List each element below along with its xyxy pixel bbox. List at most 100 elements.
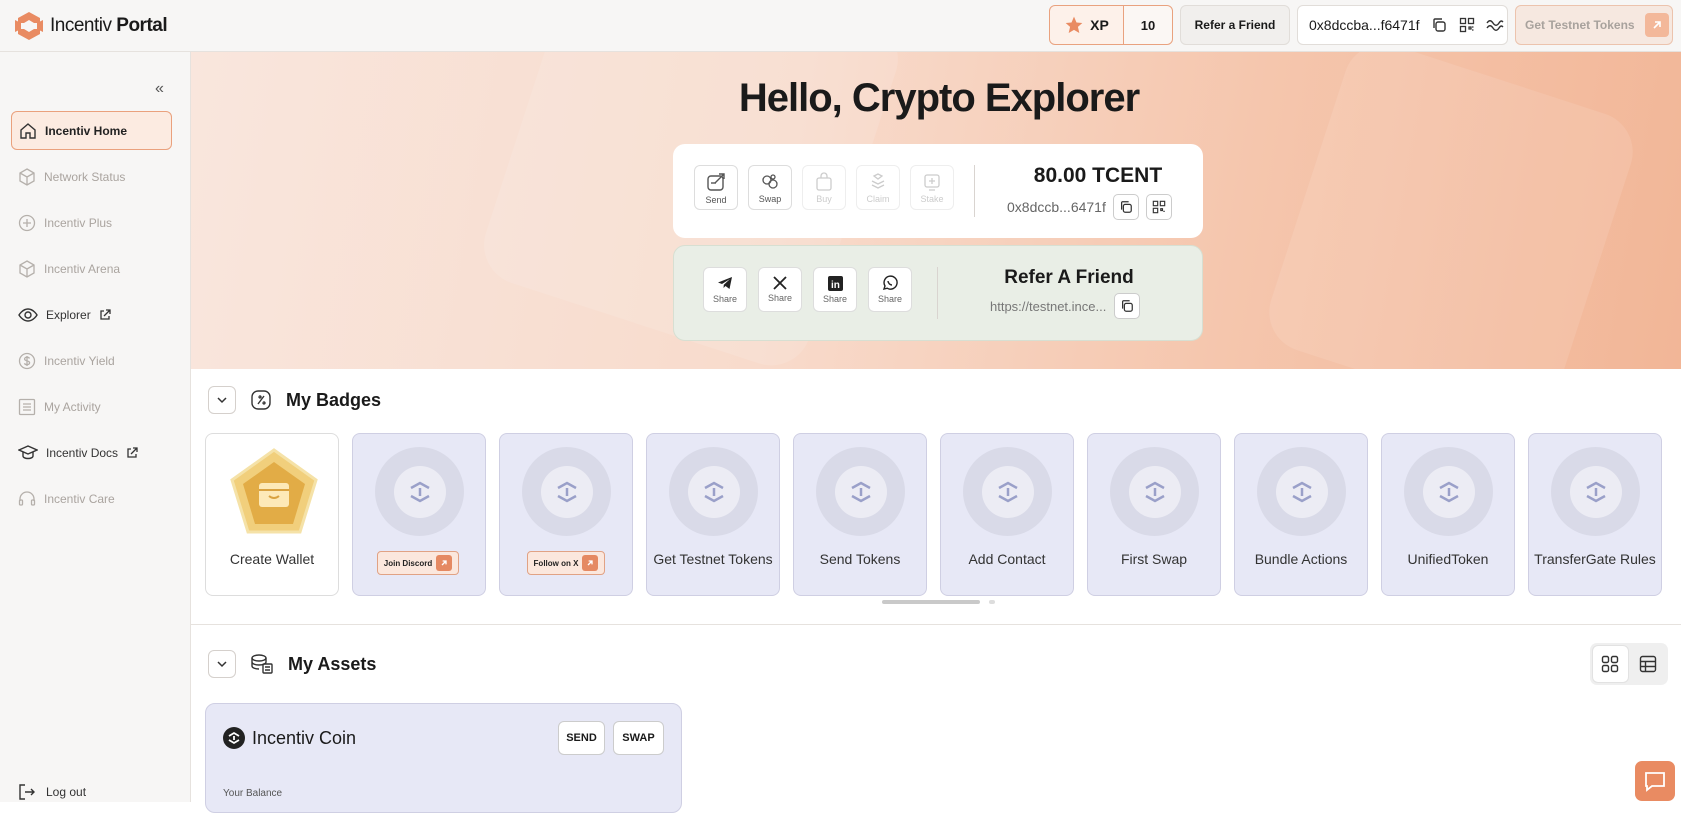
external-link-icon <box>127 446 138 458</box>
qr-code-button[interactable] <box>1145 194 1172 220</box>
chat-support-button[interactable] <box>1635 761 1675 801</box>
follow-on-x-label: Follow on X <box>533 558 579 568</box>
share-linkedin-button[interactable]: in Share <box>813 267 857 312</box>
list-icon <box>18 398 36 415</box>
divider <box>974 165 975 217</box>
linkedin-icon: in <box>827 275 843 291</box>
incentiv-logo-icon <box>703 481 724 502</box>
sidebar-item-incentiv-docs[interactable]: Incentiv Docs <box>11 433 172 472</box>
badge-label: Create Wallet <box>229 551 315 567</box>
badge-card[interactable]: First Swap <box>1087 433 1221 596</box>
sidebar-item-incentiv-arena[interactable]: Incentiv Arena <box>11 249 172 288</box>
copy-icon[interactable] <box>1430 16 1448 34</box>
share-x-button[interactable]: Share <box>758 267 802 312</box>
chat-bubble-icon <box>1645 772 1665 792</box>
sidebar-item-my-activity[interactable]: My Activity <box>11 387 172 426</box>
logout-button[interactable]: Log out <box>18 783 86 801</box>
chevron-down-icon <box>217 397 227 404</box>
badge-label: Bundle Actions <box>1254 551 1348 567</box>
wallet-badge-icon <box>230 448 318 534</box>
badge-card[interactable]: Join Discord <box>352 433 486 596</box>
wallet-balance: 80.00 TCENT <box>1033 164 1163 187</box>
copy-link-button[interactable] <box>1114 293 1141 319</box>
badges-scrollbar-track[interactable] <box>989 600 995 604</box>
sidebar-item-incentiv-yield[interactable]: Incentiv Yield <box>11 341 172 380</box>
incentiv-logo-icon <box>1144 481 1165 502</box>
badge-label: UnifiedToken <box>1407 551 1489 567</box>
badge-card[interactable]: Create Wallet <box>205 433 339 596</box>
asset-send-button[interactable]: SEND <box>558 721 605 755</box>
section-divider <box>191 624 1681 625</box>
sidebar-item-incentiv-home[interactable]: Incentiv Home <box>11 111 172 150</box>
external-link-icon <box>100 308 111 320</box>
logo-icon <box>15 12 43 40</box>
collapse-assets-button[interactable] <box>208 650 236 678</box>
refer-link: https://testnet.ince... <box>990 298 1107 314</box>
qr-code-icon <box>1152 200 1166 214</box>
network-wave-icon[interactable] <box>1485 16 1504 34</box>
refer-friend-button[interactable]: Refer a Friend <box>1180 5 1290 45</box>
badge-placeholder-circle <box>816 447 905 536</box>
claim-action-button[interactable]: Claim <box>856 165 900 210</box>
qr-code-icon[interactable] <box>1458 16 1476 34</box>
action-label: Stake <box>920 193 944 204</box>
sidebar-item-label: Incentiv Arena <box>44 261 121 276</box>
asset-card-incentiv-coin[interactable]: Incentiv Coin SEND SWAP Your Balance <box>205 703 682 813</box>
cube-icon <box>19 167 35 186</box>
badge-label: First Swap <box>1120 551 1188 567</box>
app-title-bold: Portal <box>116 15 168 36</box>
send-action-button[interactable]: Send <box>694 165 738 210</box>
cube-icon <box>19 259 35 278</box>
wallet-address-row: 0x8dccb...6471f <box>1007 194 1172 220</box>
external-arrow-icon <box>1644 13 1669 37</box>
app-logo[interactable]: Incentiv Portal <box>14 11 168 41</box>
sidebar-item-network-status[interactable]: Network Status <box>11 157 172 196</box>
share-whatsapp-button[interactable]: Share <box>868 267 912 312</box>
badge-card[interactable]: Get Testnet Tokens <box>646 433 780 596</box>
collapse-sidebar-icon[interactable]: « <box>155 80 164 98</box>
asset-name: Incentiv Coin <box>252 727 357 748</box>
badge-label: TransferGate Rules <box>1534 551 1656 567</box>
asset-swap-button[interactable]: SWAP <box>613 721 664 755</box>
app-title: Incentiv Portal <box>50 15 168 37</box>
grid-view-button[interactable] <box>1593 646 1628 682</box>
claim-icon <box>871 172 885 189</box>
incentiv-logo-icon <box>409 481 430 502</box>
badges-scrollbar-thumb[interactable] <box>882 600 980 604</box>
badge-placeholder-circle <box>1110 447 1199 536</box>
badge-card[interactable]: Bundle Actions <box>1234 433 1368 596</box>
swap-action-button[interactable]: Swap <box>748 165 792 210</box>
sidebar-item-label: Incentiv Care <box>44 491 115 506</box>
sidebar-item-label: Explorer <box>46 307 91 322</box>
buy-action-button[interactable]: Buy <box>802 165 846 210</box>
join-discord-button[interactable]: Join Discord <box>377 551 459 575</box>
sidebar-item-incentiv-plus[interactable]: Incentiv Plus <box>11 203 172 242</box>
top-bar: Incentiv Portal XP 10 Refer a Friend 0x8… <box>0 0 1681 52</box>
copy-address-button[interactable] <box>1112 194 1139 220</box>
xp-counter[interactable]: XP 10 <box>1049 5 1173 45</box>
incentiv-logo-icon <box>1585 481 1606 502</box>
stake-action-button[interactable]: Stake <box>910 165 954 210</box>
sidebar-item-incentiv-care[interactable]: Incentiv Care <box>11 479 172 518</box>
sidebar-item-label: Incentiv Yield <box>44 353 115 368</box>
collapse-badges-button[interactable] <box>208 386 236 414</box>
badges-section-header: My Badges <box>208 386 381 414</box>
follow-on-x-button[interactable]: Follow on X <box>527 551 605 575</box>
share-label: Share <box>767 293 793 303</box>
share-telegram-button[interactable]: Share <box>703 267 747 312</box>
table-view-button[interactable] <box>1631 646 1666 682</box>
badge-placeholder-circle <box>669 447 758 536</box>
sidebar-item-explorer[interactable]: Explorer <box>11 295 172 334</box>
divider <box>937 267 938 319</box>
dollar-icon <box>18 352 36 369</box>
external-arrow-icon <box>582 555 599 571</box>
badge-card[interactable]: Add Contact <box>940 433 1074 596</box>
badge-card[interactable]: Send Tokens <box>793 433 927 596</box>
xp-value: 10 <box>1124 6 1172 44</box>
badge-card[interactable]: UnifiedToken <box>1381 433 1515 596</box>
share-label: Share <box>822 293 848 304</box>
badge-card[interactable]: Follow on X <box>499 433 633 596</box>
badge-card[interactable]: TransferGate Rules <box>1528 433 1662 596</box>
get-testnet-tokens-button[interactable]: Get Testnet Tokens <box>1515 5 1673 45</box>
chevron-down-icon <box>217 661 227 668</box>
